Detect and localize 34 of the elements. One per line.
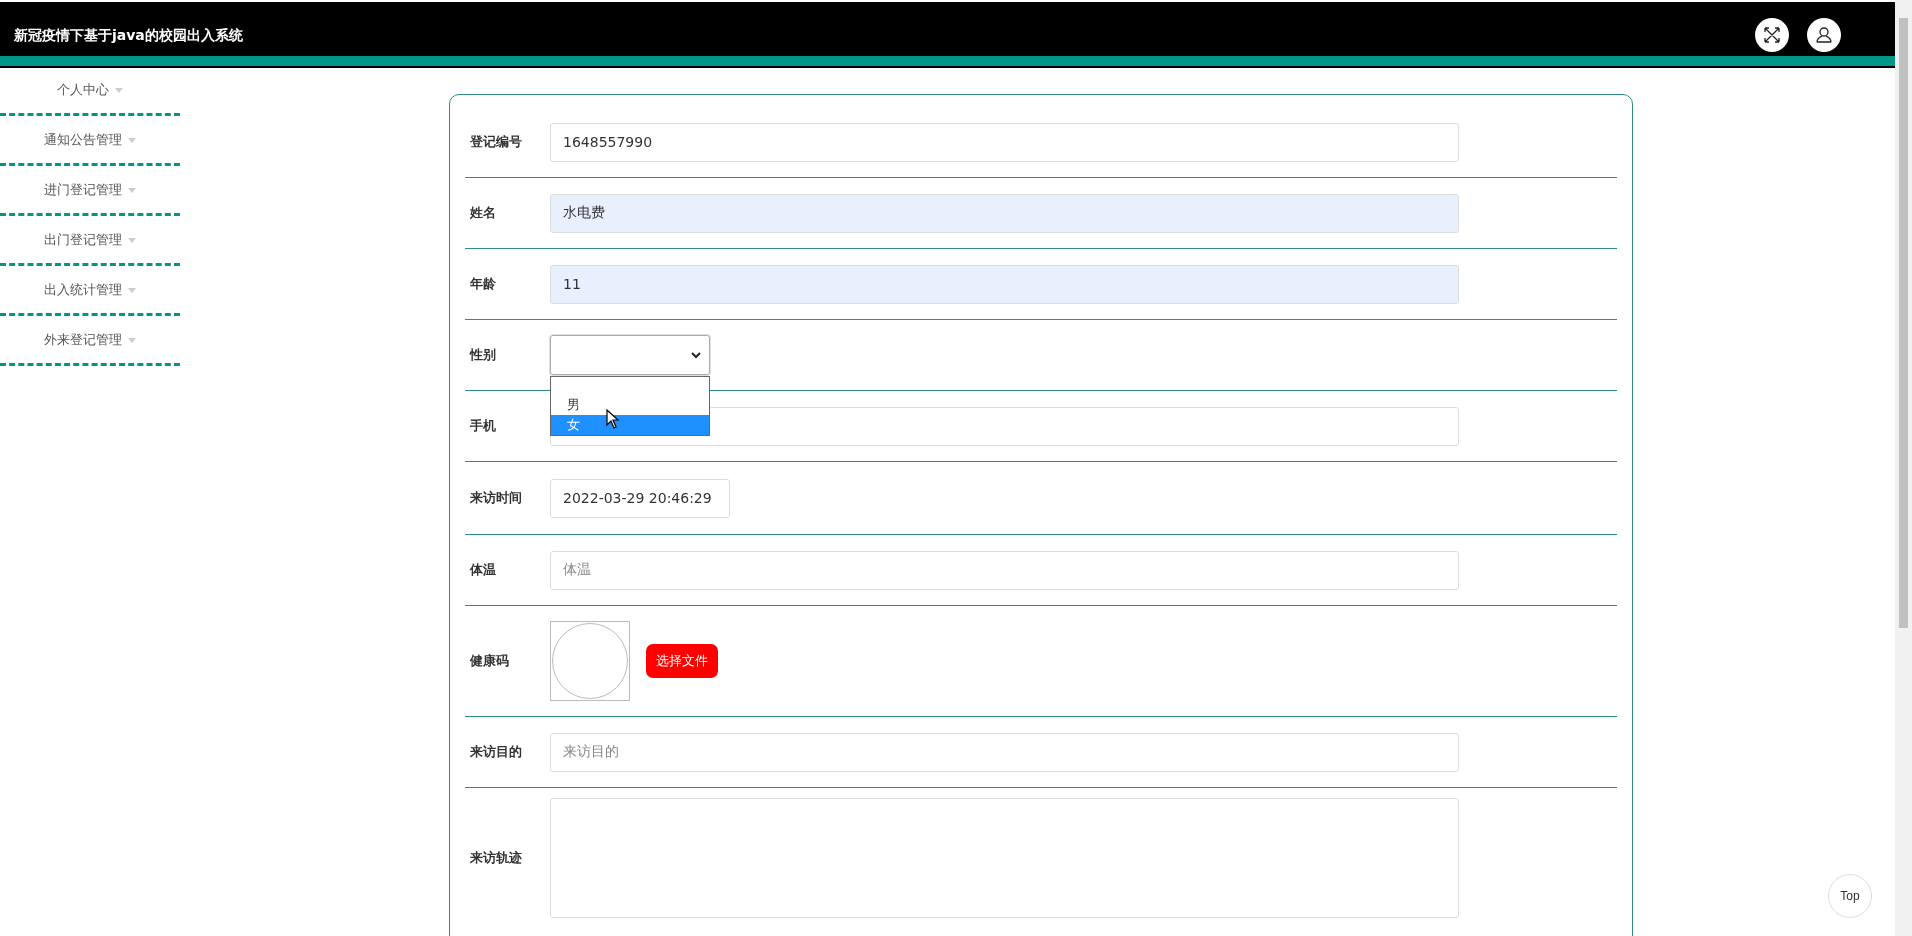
dropdown-option[interactable]: 男 [551,395,709,415]
input-field[interactable]: 体温 [550,550,1459,590]
sidebar-menu-item[interactable]: 外来登记管理 [0,316,180,366]
field-label: 手机 [470,417,497,435]
sidebar-menu-item[interactable]: 通知公告管理 [0,116,180,166]
field-label: 年龄 [470,275,497,293]
sidebar-menu-item[interactable]: 出入统计管理 [0,266,180,316]
fullscreen-button[interactable] [1755,18,1789,52]
sidebar-menu-item[interactable]: 个人中心 [0,66,180,116]
field-label: 来访轨迹 [470,849,523,867]
scrollbar[interactable] [1895,0,1912,936]
field-label: 来访时间 [470,489,523,507]
select-field[interactable] [550,335,710,375]
fullscreen-icon [1763,26,1781,44]
app-title: 新冠疫情下基于java的校园出入系统 [14,27,243,45]
input-field[interactable]: 来访目的 [550,732,1459,772]
back-to-top-button[interactable]: Top [1828,874,1872,918]
field-label: 健康码 [470,652,510,670]
field-label: 姓名 [470,204,497,222]
field-label: 来访目的 [470,743,523,761]
user-button[interactable] [1807,18,1841,52]
field-label: 体温 [470,561,497,579]
choose-file-button[interactable]: 选择文件 [646,644,718,678]
field-label: 登记编号 [470,133,523,151]
date-field[interactable]: 2022-03-29 20:46:29 [550,478,730,518]
field-label: 性别 [470,346,497,364]
input-field[interactable]: 水电费 [550,193,1459,233]
chevron-icon [691,352,701,359]
input-field[interactable]: 11 [550,264,1459,304]
cursor-icon [606,409,620,429]
user-icon [1815,26,1833,44]
sidebar-menu-item[interactable]: 出门登记管理 [0,216,180,266]
input-field[interactable]: 1648557990 [550,122,1459,162]
sidebar-menu-item[interactable]: 进门登记管理 [0,166,180,216]
